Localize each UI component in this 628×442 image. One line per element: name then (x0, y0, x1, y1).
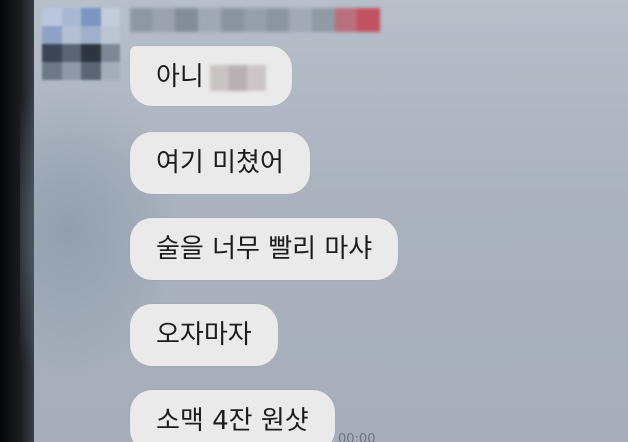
message-text: 술을 너무 빨리 마샤 (156, 234, 373, 264)
chat-screen: 아니 여기 미쳤어 술을 너무 빨리 마샤 오자마자 소맥 4잔 원샷 00:0… (0, 0, 628, 442)
message-bubble-3[interactable]: 술을 너무 빨리 마샤 (130, 218, 399, 280)
phone-bezel (0, 0, 34, 442)
message-text: 여기 미쳤어 (156, 148, 284, 178)
message-bubble-4[interactable]: 오자마자 (130, 304, 278, 366)
message-text: 오자마자 (156, 320, 252, 350)
message-text: 소맥 4잔 원샷 (156, 406, 309, 436)
sender-name-blurred (130, 8, 381, 32)
message-text: 아니 (156, 62, 204, 92)
message-bubble-5[interactable]: 소맥 4잔 원샷 (130, 390, 335, 442)
message-timestamp: 00:00 (338, 432, 376, 442)
message-bubble-2[interactable]: 여기 미쳤어 (130, 132, 310, 194)
message-bubble-1[interactable]: 아니 (130, 46, 292, 106)
avatar[interactable] (42, 8, 120, 80)
censored-text (209, 64, 266, 91)
